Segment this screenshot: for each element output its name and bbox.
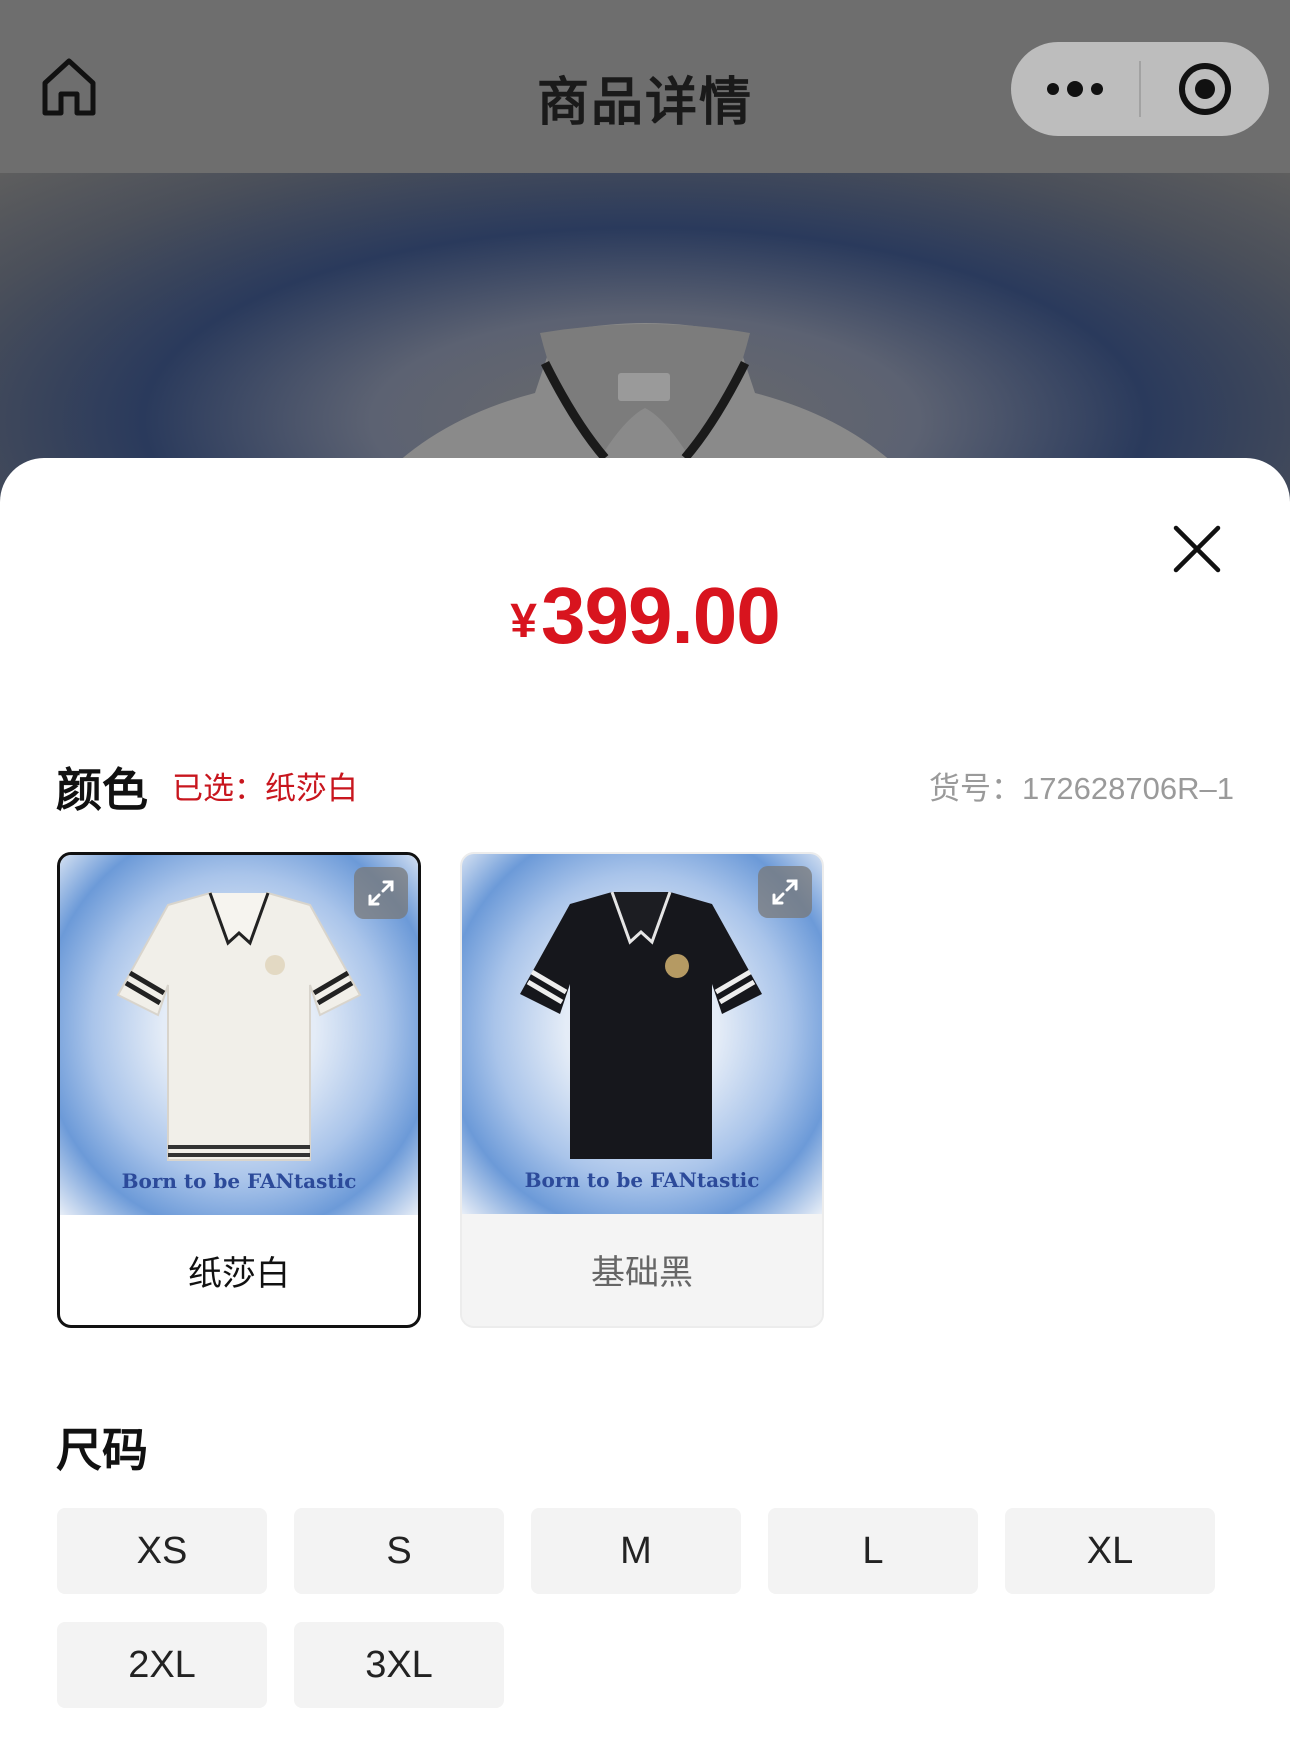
color-option-paper-white[interactable]: Born to be FANtastic 纸莎白 [57,852,421,1328]
navbar: 商品详情 [0,0,1290,173]
price: ¥399.00 [0,570,1290,662]
expand-icon[interactable] [354,867,408,919]
close-sheet-button[interactable] [1170,522,1224,576]
price-amount: 399.00 [541,571,781,660]
size-option-3xl[interactable]: 3XL [294,1622,504,1708]
target-icon [1179,63,1231,115]
color-section-title: 颜色 [56,763,148,817]
color-option-basic-black[interactable]: Born to be FANtastic 基础黑 [460,852,824,1328]
size-option-l[interactable]: L [768,1508,978,1594]
color-thumbnail: Born to be FANtastic [60,855,418,1215]
hero-shirt-image [360,323,930,503]
sku-number: 货号：172628706R–1 [928,771,1234,806]
size-option-xl[interactable]: XL [1005,1508,1215,1594]
color-label: 纸莎白 [188,1253,290,1294]
close-icon [1173,525,1221,573]
polo-shirt-image [520,891,762,1159]
size-option-s[interactable]: S [294,1508,504,1594]
size-option-m[interactable]: M [531,1508,741,1594]
mini-program-capsule [1011,42,1269,136]
currency-symbol: ¥ [510,595,537,648]
expand-icon[interactable] [758,866,812,918]
color-label: 基础黑 [462,1214,822,1324]
selected-color-text: 已选：纸莎白 [172,771,358,807]
more-dots-icon [1047,81,1103,97]
card-tagline: Born to be FANtastic [121,1169,357,1193]
size-option-2xl[interactable]: 2XL [57,1622,267,1708]
size-section-title: 尺码 [56,1423,148,1477]
card-tagline: Born to be FANtastic [524,1168,760,1192]
more-button[interactable] [1011,42,1139,136]
size-option-xs[interactable]: XS [57,1508,267,1594]
product-hero-image [0,173,1290,503]
exit-button[interactable] [1141,42,1269,136]
polo-shirt-image [116,891,362,1161]
color-thumbnail: Born to be FANtastic [462,854,822,1214]
